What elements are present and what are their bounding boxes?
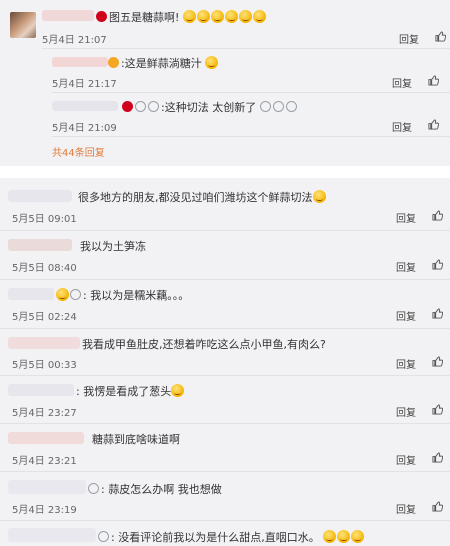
medal-icon — [88, 483, 99, 494]
divider — [0, 471, 450, 472]
username-blurred[interactable] — [52, 101, 118, 111]
timestamp: 5月5日 02:24 — [12, 312, 77, 323]
username-blurred[interactable] — [52, 57, 108, 67]
laugh-emoji-icon — [210, 10, 224, 23]
username-blurred[interactable] — [8, 239, 72, 251]
divider — [0, 520, 450, 521]
like-icon[interactable] — [432, 308, 443, 319]
divider — [52, 92, 450, 93]
comment-text: : 我以为是糯米藕。。。 — [56, 287, 189, 303]
username-blurred[interactable] — [8, 528, 96, 542]
like-icon[interactable] — [432, 404, 443, 415]
laugh-emoji-icon — [224, 10, 238, 23]
comment-text: : 我愣是看成了葱头 — [76, 383, 185, 399]
laugh-emoji-icon — [171, 384, 185, 397]
laugh-emoji-icon — [323, 530, 337, 543]
username-blurred[interactable] — [8, 288, 54, 300]
panel-gap — [0, 166, 450, 178]
comment-text: 糖蒜到底啥味道啊 — [92, 433, 180, 446]
timestamp: 5月4日 23:19 — [12, 505, 77, 516]
emoji-icon — [259, 101, 271, 112]
laugh-emoji-icon — [205, 56, 219, 69]
timestamp: 5月4日 21:07 — [42, 35, 107, 46]
timestamp: 5月4日 23:27 — [12, 408, 77, 419]
main-comment-text: 图五是糖蒜啊! — [96, 9, 267, 25]
divider — [0, 328, 450, 329]
like-icon[interactable] — [428, 75, 439, 86]
comment-text: : 蒜皮怎么办啊 我也想做 — [88, 481, 222, 497]
view-all-replies-link[interactable]: 共44条回复 — [52, 144, 105, 159]
laugh-emoji-icon — [196, 10, 210, 23]
sub-reply-text: :这种切法 太创新了 — [122, 99, 299, 115]
sunglasses-emoji-icon — [56, 288, 69, 301]
sub-reply-text: :这是鲜蒜淌糖汁 — [108, 55, 219, 71]
username-blurred[interactable] — [8, 337, 80, 349]
divider — [0, 230, 450, 231]
reply-button[interactable]: 回复 — [392, 75, 412, 90]
comment-text: 很多地方的朋友,都没见过咱们潍坊这个鲜蒜切法 — [78, 189, 327, 205]
username-blurred[interactable] — [8, 384, 74, 396]
laugh-emoji-icon — [238, 10, 252, 23]
like-icon[interactable] — [432, 210, 443, 221]
like-icon[interactable] — [428, 119, 439, 130]
medal-icon — [148, 101, 159, 112]
reply-button[interactable]: 回复 — [396, 308, 416, 323]
reply-button[interactable]: 回复 — [396, 404, 416, 419]
like-icon[interactable] — [432, 452, 443, 463]
reply-button[interactable]: 回复 — [396, 259, 416, 274]
avatar[interactable] — [10, 12, 36, 38]
comment-text: 我以为土笋冻 — [80, 240, 146, 253]
username-blurred[interactable] — [8, 190, 72, 202]
laugh-emoji-icon — [182, 10, 196, 23]
emoji-icon — [285, 101, 297, 112]
reply-button[interactable]: 回复 — [396, 501, 416, 516]
laugh-emoji-icon — [337, 530, 351, 543]
emoji-icon — [272, 101, 284, 112]
divider — [52, 136, 450, 137]
like-icon[interactable] — [435, 31, 446, 42]
timestamp: 5月4日 21:09 — [52, 123, 117, 134]
vip-badge-icon — [108, 57, 119, 68]
reply-button[interactable]: 回复 — [392, 119, 412, 134]
medal-icon — [98, 531, 109, 542]
timestamp: 5月4日 23:21 — [12, 456, 77, 467]
vip-badge-icon — [96, 11, 107, 22]
timestamp: 5月5日 00:33 — [12, 360, 77, 371]
timestamp: 5月5日 08:40 — [12, 263, 77, 274]
medal-icon — [70, 289, 81, 300]
reply-button[interactable]: 回复 — [399, 31, 419, 46]
timestamp: 5月4日 21:17 — [52, 79, 117, 90]
divider — [0, 375, 450, 376]
reply-button[interactable]: 回复 — [396, 452, 416, 467]
like-icon[interactable] — [432, 501, 443, 512]
like-icon[interactable] — [432, 356, 443, 367]
like-icon[interactable] — [432, 259, 443, 270]
laugh-emoji-icon — [252, 10, 266, 23]
laugh-emoji-icon — [351, 530, 365, 543]
reply-button[interactable]: 回复 — [396, 356, 416, 371]
divider — [0, 423, 450, 424]
comment-text: : 没看评论前我以为是什么甜点,直咽口水。 — [98, 529, 365, 545]
username-blurred[interactable] — [8, 480, 86, 494]
divider — [42, 48, 450, 49]
username-blurred[interactable] — [8, 432, 84, 444]
laugh-emoji-icon — [312, 190, 326, 203]
medal-icon — [135, 101, 146, 112]
divider — [0, 279, 450, 280]
vip-badge-icon — [122, 101, 133, 112]
comment-text: 我看成甲鱼肚皮,还想着咋吃这么点小甲鱼,有肉么? — [82, 338, 326, 351]
username-blurred[interactable] — [42, 10, 94, 21]
timestamp: 5月5日 09:01 — [12, 214, 77, 225]
reply-button[interactable]: 回复 — [396, 210, 416, 225]
